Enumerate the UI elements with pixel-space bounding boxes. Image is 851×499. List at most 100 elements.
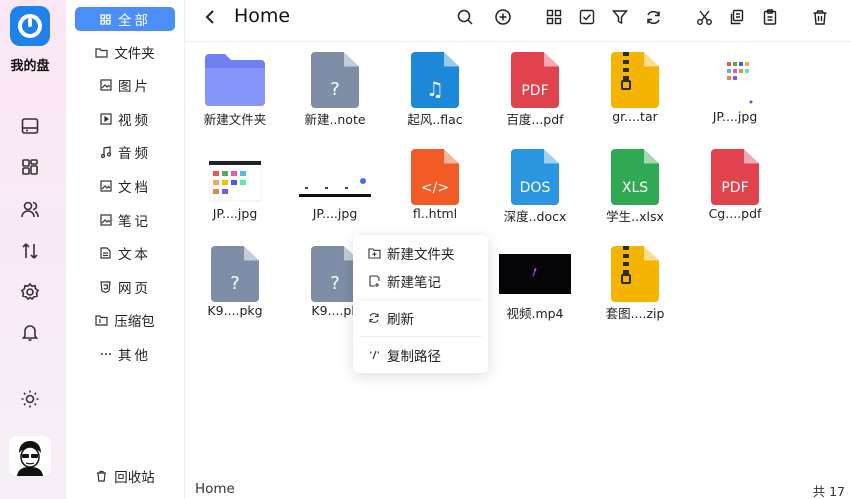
pdf-file-label: PDF (521, 83, 549, 99)
grid-view-icon (546, 9, 562, 25)
file-item[interactable]: 套图....zip (590, 236, 680, 326)
back-button[interactable] (202, 8, 220, 26)
app-title: 我的盘 (10, 59, 50, 74)
menu-item-new-note[interactable]: 新建笔记 (367, 271, 441, 291)
category-note[interactable]: 笔记 (75, 208, 175, 232)
image-thumbnail (209, 149, 261, 205)
video-icon (99, 113, 112, 126)
file-item[interactable]: </> fl..html (390, 139, 480, 229)
image-thumbnail (299, 149, 371, 205)
video-thumbnail (499, 246, 571, 302)
category-text[interactable]: 文本 (75, 241, 175, 265)
file-item[interactable]: DOS 深度..docx (490, 139, 580, 229)
category-label: 笔记 (118, 214, 151, 230)
delete-button[interactable] (809, 6, 831, 28)
folder-icon (205, 52, 265, 108)
category-label: 文件夹 (114, 46, 155, 62)
file-item[interactable]: PDF Cg....pdf (690, 139, 780, 229)
app-logo-icon (18, 14, 42, 38)
file-item[interactable]: gr....tar (590, 42, 680, 132)
refresh-button[interactable] (642, 6, 664, 28)
file-name: 新建文件夹 (203, 112, 267, 127)
menu-divider (359, 336, 482, 337)
category-label: 视频 (118, 113, 151, 129)
chevron-left-icon (205, 10, 214, 24)
category-label: 文档 (118, 180, 151, 196)
file-item[interactable]: XLS 学生..xlsx (590, 139, 680, 229)
document-icon (99, 180, 112, 193)
menu-item-copy-path[interactable]: 复制路径 (367, 345, 441, 365)
copy-path-icon (367, 348, 381, 362)
doc-file-label: DOS (519, 180, 551, 196)
file-item[interactable]: JP....jpg (190, 139, 280, 229)
file-name: JP....jpg (212, 206, 258, 221)
apps-icon[interactable] (19, 156, 41, 178)
search-button[interactable] (454, 6, 476, 28)
unknown-file-label: ? (330, 79, 340, 100)
text-icon (99, 247, 112, 260)
settings-icon[interactable] (19, 281, 41, 303)
select-button[interactable] (576, 6, 598, 28)
menu-item-refresh[interactable]: 刷新 (367, 308, 414, 328)
file-grid: 新建文件夹 ? 新建..note ♫ 起风..flac PDF 百度...pdf… (185, 42, 851, 472)
users-icon[interactable] (19, 198, 41, 220)
status-count: 共 17 (812, 484, 845, 499)
cut-icon (696, 10, 712, 25)
unknown-file-icon: ? (311, 246, 359, 302)
category-image[interactable]: 图片 (75, 73, 175, 97)
category-other[interactable]: 其他 (75, 342, 175, 366)
file-item[interactable]: ? 新建..note (290, 42, 380, 132)
image-thumbnail (711, 52, 759, 108)
file-item[interactable]: 视频.mp4 (490, 236, 580, 326)
category-label: 其他 (118, 348, 151, 364)
html-icon (99, 281, 112, 294)
file-item[interactable]: PDF 百度...pdf (490, 42, 580, 132)
transfer-icon[interactable] (19, 240, 41, 262)
sun-icon[interactable] (19, 388, 41, 410)
file-item[interactable]: 新建文件夹 (190, 42, 280, 132)
page-title: Home (234, 5, 291, 27)
add-icon (495, 9, 511, 25)
menu-item-label: 刷新 (387, 312, 414, 328)
app-rail: 我的盘 (0, 0, 66, 499)
add-button[interactable] (492, 6, 514, 28)
note-icon (99, 214, 112, 227)
xls-file-icon: XLS (611, 149, 659, 205)
trash-icon (95, 470, 108, 483)
filter-button[interactable] (609, 6, 631, 28)
category-document[interactable]: 文档 (75, 174, 175, 198)
file-item[interactable]: ♫ 起风..flac (390, 42, 480, 132)
category-archive[interactable]: 压缩包 (75, 308, 175, 332)
grid-view-button[interactable] (543, 6, 565, 28)
file-name: JP....jpg (312, 206, 358, 221)
unknown-file-icon: ? (211, 246, 259, 302)
folder-icon (95, 46, 108, 59)
menu-item-new-folder[interactable]: 新建文件夹 (367, 243, 455, 263)
menu-item-label: 复制路径 (387, 349, 441, 365)
bell-icon[interactable] (19, 321, 41, 343)
category-audio[interactable]: 音频 (75, 140, 175, 164)
drive-icon[interactable] (19, 115, 41, 137)
paste-button[interactable] (759, 6, 781, 28)
menu-divider (359, 299, 482, 300)
file-name: Cg....pdf (708, 206, 762, 221)
recycle-bin[interactable]: 回收站 (75, 464, 175, 488)
zip-file-icon (611, 246, 659, 302)
avatar[interactable] (9, 436, 51, 476)
app-logo[interactable] (10, 6, 50, 46)
category-label: 文本 (118, 247, 151, 263)
category-web[interactable]: 网页 (75, 275, 175, 299)
file-item[interactable]: ? K9....pkg (190, 236, 280, 326)
cut-button[interactable] (693, 6, 715, 28)
copy-button[interactable] (726, 6, 748, 28)
category-folder[interactable]: 文件夹 (75, 40, 175, 64)
status-path: Home (195, 481, 235, 497)
pdf-file-icon: PDF (711, 149, 759, 205)
file-name: 学生..xlsx (606, 209, 664, 224)
file-item[interactable]: JP....jpg (290, 139, 380, 229)
unknown-file-label: ? (230, 273, 240, 294)
category-label: 图片 (118, 79, 151, 95)
category-all[interactable]: 全部 (75, 7, 175, 31)
file-item[interactable]: JP....jpg (690, 42, 780, 132)
category-video[interactable]: 视频 (75, 107, 175, 131)
